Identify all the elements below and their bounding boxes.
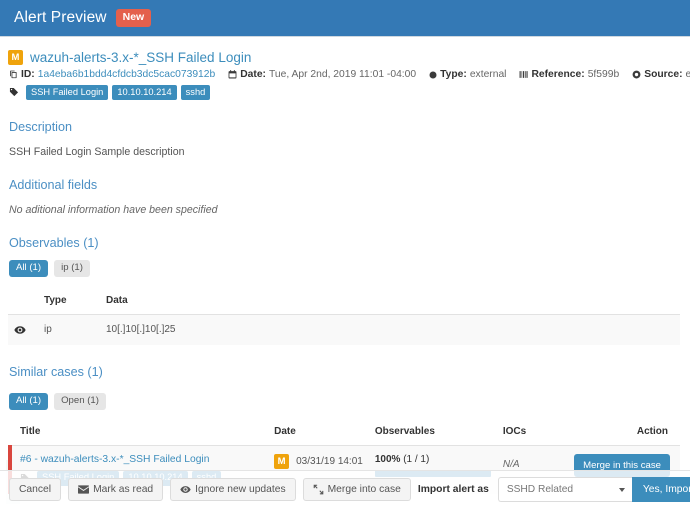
eye-icon[interactable] [14,324,32,336]
meta-type-label: Type: [440,69,467,80]
description-heading: Description [9,119,72,134]
sc-observables-pct: 100% (1 / 1) [375,454,491,465]
observable-type: ip [38,314,100,345]
tag-item[interactable]: 10.10.10.214 [112,85,177,100]
dialog-header: Alert Preview New [0,0,690,37]
table-header-row: Type Data [8,288,680,315]
sc-iocs-value: N/A [502,458,520,470]
mark-as-read-label: Mark as read [93,484,154,495]
meta-type: Type: external [429,69,506,80]
meta-source: Source: elastalert [632,69,690,80]
sc-col-iocs: IOCs [496,419,569,446]
meta-reference-value: 5f599b [587,69,620,80]
meta-id: ID: 1a4eba6b1bdd4cfdcb3dc5cac073912b [9,69,215,80]
alert-tags: SSH Failed Login 10.10.10.214 sshd [9,85,680,100]
sc-col-date: Date [268,419,369,446]
merge-into-case-label: Merge into case [327,484,401,495]
bullseye-icon [632,70,641,79]
meta-source-label: Source: [644,69,683,80]
observables-heading: Observables (1) [9,235,99,250]
observables-filter-ip[interactable]: ip (1) [54,259,90,277]
meta-date: Date: Tue, Apr 2nd, 2019 11:01 -04:00 [228,69,416,80]
ignore-new-updates-label: Ignore new updates [195,484,286,495]
merge-into-case-button[interactable]: Merge into case [302,478,411,501]
observables-col-data: Data [100,288,680,315]
meta-date-label: Date: [240,69,266,80]
observables-filter-all[interactable]: All (1) [9,259,49,277]
sc-observables-count: (1 / 1) [403,453,430,465]
import-select-wrap: SSHD Related [497,477,632,502]
status-badge: New [115,9,152,27]
meta-source-value: elastalert [685,69,690,80]
meta-reference: Reference: 5f599b [519,69,619,80]
severity-badge: M [8,50,23,65]
table-header-row: Title Date Observables IOCs Action [10,419,680,446]
sc-title-link[interactable]: #6 - wazuh-alerts-3.x-*_SSH Failed Login [20,454,262,465]
calendar-icon [228,70,237,79]
similar-cases-filters: All (1) Open (1) [9,392,680,410]
description-text: SSH Failed Login Sample description [9,145,185,158]
circle-dot-icon [429,71,437,79]
cancel-button-label: Cancel [19,484,52,495]
dialog-footer: Cancel Mark as read Ignore new updates M… [0,470,690,508]
sc-col-observables: Observables [368,419,497,446]
cancel-button[interactable]: Cancel [9,478,62,501]
sc-col-title: Title [10,419,269,446]
import-alert-select[interactable]: SSHD Related [497,477,632,502]
ignore-new-updates-button[interactable]: Ignore new updates [170,478,296,501]
tag-icon [9,87,19,97]
copy-icon [9,70,18,79]
observable-data: 10[.]10[.]10[.]25 [100,314,680,345]
table-row: ip 10[.]10[.]10[.]25 [8,314,680,345]
alert-title[interactable]: wazuh-alerts-3.x-*_SSH Failed Login [30,50,251,65]
severity-badge: M [274,453,290,469]
import-alert-as-label: Import alert as [417,484,489,495]
observables-col-type: Type [38,288,100,315]
alert-meta-row: ID: 1a4eba6b1bdd4cfdcb3dc5cac073912b Dat… [9,69,690,80]
observables-table: Type Data ip 10[.]10[.]10[.]25 [8,288,680,345]
yes-import-button[interactable]: Yes, Import [631,477,690,502]
dialog-body: M wazuh-alerts-3.x-*_SSH Failed Login ID… [0,37,690,494]
tag-item[interactable]: sshd [180,85,211,100]
additional-fields-text: No aditional information have been speci… [9,203,218,216]
envelope-icon [78,485,90,494]
meta-date-value: Tue, Apr 2nd, 2019 11:01 -04:00 [268,69,417,80]
meta-id-label: ID: [21,69,35,80]
sc-observables-percent: 100% [374,453,401,465]
meta-id-value[interactable]: 1a4eba6b1bdd4cfdcb3dc5cac073912b [38,69,216,80]
alert-title-row: M wazuh-alerts-3.x-*_SSH Failed Login [8,50,680,65]
compress-arrows-icon [313,484,324,495]
similar-cases-filter-all[interactable]: All (1) [9,392,49,410]
sc-date: 03/31/19 14:01 [296,455,363,467]
alert-preview-dialog: FREEBUF Alert Preview New M wazuh-alerts… [0,0,690,508]
tag-item[interactable]: SSH Failed Login [26,85,109,100]
barcode-icon [519,70,529,79]
meta-type-value: external [469,69,507,80]
mark-as-read-button[interactable]: Mark as read [68,478,164,501]
sc-col-action: Action [568,419,680,446]
additional-fields-heading: Additional fields [9,177,98,192]
page-title: Alert Preview [14,9,107,26]
meta-reference-label: Reference: [531,69,585,80]
eye-icon [180,484,191,495]
similar-cases-filter-open[interactable]: Open (1) [54,392,106,410]
observables-filters: All (1) ip (1) [9,259,680,277]
similar-cases-heading: Similar cases (1) [9,364,103,379]
observable-visibility-cell [8,314,38,345]
